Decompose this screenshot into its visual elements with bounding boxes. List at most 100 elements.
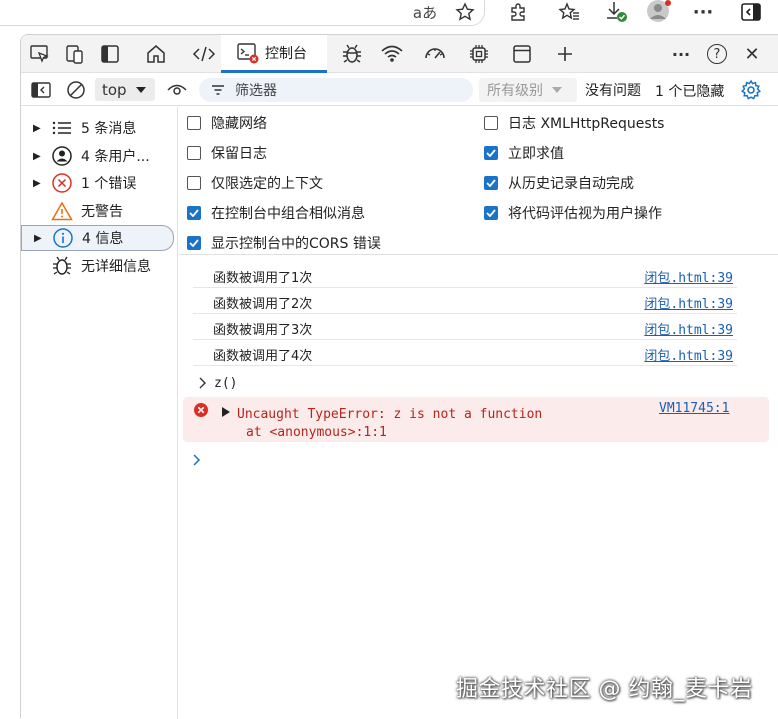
downloads-icon[interactable]: [603, 0, 629, 24]
message-text: 函数被调用了1次: [213, 271, 313, 286]
message-text: 函数被调用了2次: [213, 297, 313, 312]
chevron-right-icon: [198, 377, 208, 389]
checkbox[interactable]: [484, 116, 498, 130]
console-message: 函数被调用了4次 闭包.html:39: [193, 340, 737, 366]
console-error-message: Uncaught TypeError: z is not a function …: [183, 397, 769, 442]
checkbox[interactable]: [187, 176, 201, 190]
setting-label: 显示控制台中的CORS 错误: [211, 236, 381, 252]
expand-arrow-icon[interactable]: ▶: [34, 233, 52, 244]
chevron-down-icon: [551, 85, 563, 95]
help-glyph: ?: [707, 44, 727, 64]
error-source-link[interactable]: VM11745:1: [659, 401, 729, 416]
help-icon[interactable]: ?: [702, 39, 732, 69]
favorite-star-icon[interactable]: [452, 0, 478, 24]
source-link[interactable]: 闭包.html:39: [644, 319, 733, 338]
checkbox-checked[interactable]: [484, 206, 498, 220]
network-icon[interactable]: [377, 39, 407, 69]
console-prompt-input[interactable]: [192, 450, 752, 470]
live-expression-eye-icon[interactable]: [162, 75, 192, 105]
sidebar-item-messages[interactable]: ▶ 5 条消息: [21, 115, 174, 141]
elements-icon[interactable]: [189, 39, 219, 69]
checkbox-checked[interactable]: [187, 236, 201, 250]
sidebar-item-errors[interactable]: ▶ 1 个错误: [21, 170, 174, 196]
error-icon: [51, 172, 73, 194]
watermark: 掘金技术社区 @ 约翰_麦卡岩: [456, 677, 753, 702]
read-aloud-icon[interactable]: aあ: [412, 0, 438, 24]
context-selector[interactable]: top: [95, 78, 155, 101]
source-link[interactable]: 闭包.html:39: [644, 345, 733, 364]
sidebar-item-user-messages[interactable]: ▶ 4 条用户...: [21, 143, 174, 169]
message-text: 函数被调用了3次: [213, 323, 313, 338]
issues-status[interactable]: 没有问题: [585, 80, 641, 100]
console-message: 函数被调用了2次 闭包.html:39: [193, 288, 737, 314]
setting-autocomplete-history[interactable]: 从历史记录自动完成: [484, 172, 634, 194]
expand-arrow-icon[interactable]: ▶: [33, 123, 51, 134]
sidebar-item-label: 1 个错误: [81, 176, 137, 192]
console-icon: [237, 42, 259, 64]
performance-icon[interactable]: [420, 39, 450, 69]
source-link[interactable]: 闭包.html:39: [644, 293, 733, 312]
setting-log-xhr[interactable]: 日志 XMLHttpRequests: [484, 112, 664, 134]
checkbox-checked[interactable]: [484, 176, 498, 190]
inspect-icon[interactable]: [25, 39, 55, 69]
expand-arrow-icon[interactable]: ▶: [33, 151, 51, 162]
setting-group-similar[interactable]: 在控制台中组合相似消息: [187, 202, 365, 224]
close-icon[interactable]: ✕: [737, 39, 767, 69]
expand-arrow-icon[interactable]: ▶: [33, 178, 51, 189]
setting-selected-context-only[interactable]: 仅限选定的上下文: [187, 172, 323, 194]
message-text: 函数被调用了4次: [213, 349, 313, 364]
log-levels-dropdown[interactable]: 所有级别: [479, 78, 577, 102]
checkbox-checked[interactable]: [484, 146, 498, 160]
context-value: top: [102, 80, 127, 99]
chevron-down-icon: [135, 85, 147, 95]
prompt-chevron-icon: [192, 453, 202, 467]
info-icon: [52, 227, 74, 249]
setting-label: 保留日志: [211, 146, 267, 162]
console-message: 函数被调用了3次 闭包.html:39: [193, 314, 737, 340]
setting-eager-evaluation[interactable]: 立即求值: [484, 142, 564, 164]
setting-preserve-log[interactable]: 保留日志: [187, 142, 267, 164]
warning-icon: [51, 200, 73, 222]
sidebar-item-label: 5 条消息: [81, 121, 137, 137]
source-link[interactable]: 闭包.html:39: [644, 267, 733, 286]
sidebar-item-label: 无详细信息: [81, 259, 151, 275]
checkbox[interactable]: [187, 116, 201, 130]
memory-icon[interactable]: [464, 39, 494, 69]
setting-show-cors-errors[interactable]: 显示控制台中的CORS 错误: [187, 232, 381, 254]
setting-hide-network[interactable]: 隐藏网络: [187, 112, 267, 134]
browser-toolbar: aあ ···: [0, 0, 778, 30]
devtools-panel: 控制台 ··· ? ✕ top 筛选器 所有级别 没有问题 1 个已隐藏 ▶ 5…: [20, 34, 778, 719]
sidebar-toggle-icon[interactable]: [738, 0, 764, 24]
devtools-tab-bar: 控制台 ··· ? ✕: [21, 35, 778, 73]
input-echo-text: z(): [214, 375, 238, 391]
clear-console-icon[interactable]: [61, 75, 91, 105]
more-icon[interactable]: ···: [690, 0, 716, 24]
welcome-home-icon[interactable]: [141, 39, 171, 69]
expand-arrow-icon[interactable]: [221, 406, 231, 418]
checkbox[interactable]: [187, 146, 201, 160]
list-icon: [51, 117, 73, 139]
setting-eval-as-user-action[interactable]: 将代码评估视为用户操作: [484, 202, 662, 224]
console-message: 函数被调用了1次 闭包.html:39: [193, 262, 737, 288]
application-icon[interactable]: [507, 39, 537, 69]
profile-icon[interactable]: [644, 0, 674, 24]
console-input-echo: z(): [198, 373, 237, 393]
device-emulation-icon[interactable]: [60, 39, 90, 69]
filter-input[interactable]: 筛选器: [199, 78, 473, 102]
toggle-sidebar-icon[interactable]: [26, 75, 56, 105]
more-options-icon[interactable]: ···: [666, 39, 696, 69]
sidebar-item-verbose[interactable]: 无详细信息: [21, 253, 174, 279]
favorites-icon[interactable]: [556, 0, 582, 24]
console-settings-gear-icon[interactable]: [736, 75, 766, 105]
sidebar-item-warnings[interactable]: 无警告: [21, 198, 174, 224]
levels-value: 所有级别: [487, 83, 543, 99]
setting-label: 立即求值: [508, 146, 564, 162]
sources-bug-icon[interactable]: [337, 39, 367, 69]
add-tab-icon[interactable]: [550, 39, 580, 69]
extensions-icon[interactable]: [505, 0, 531, 24]
tab-console[interactable]: 控制台: [221, 35, 327, 73]
dock-panel-icon[interactable]: [95, 39, 125, 69]
checkbox-checked[interactable]: [187, 206, 201, 220]
sidebar-item-label: 4 条用户...: [81, 149, 150, 165]
sidebar-item-info[interactable]: ▶ 4 信息: [21, 225, 174, 251]
